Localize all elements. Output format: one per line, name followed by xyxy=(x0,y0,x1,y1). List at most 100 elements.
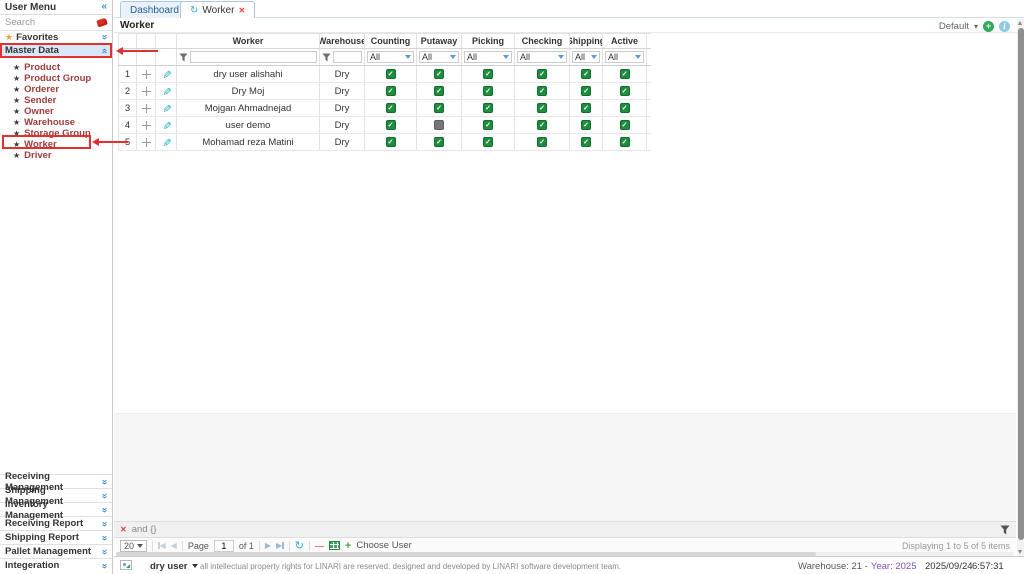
tab-refresh-icon[interactable]: ↻ xyxy=(190,5,198,16)
putaway-checkbox[interactable] xyxy=(434,103,444,113)
checking-filter-select[interactable]: All xyxy=(517,51,567,63)
choose-user-button[interactable]: Choose User xyxy=(356,540,411,551)
active-checkbox[interactable] xyxy=(619,120,630,130)
scroll-up-arrow-icon[interactable] xyxy=(1018,21,1022,25)
counting-filter-select[interactable]: All xyxy=(367,51,414,63)
counting-checkbox[interactable] xyxy=(385,103,396,113)
section-expand-icon[interactable]: » xyxy=(99,507,110,513)
active-checkbox[interactable] xyxy=(619,137,630,147)
remove-icon[interactable]: — xyxy=(315,541,324,551)
col-picking[interactable]: Picking xyxy=(462,34,515,48)
refresh-grid-icon[interactable]: ↻ xyxy=(295,539,304,552)
layout-selector[interactable]: Default xyxy=(939,21,969,32)
section-expand-icon[interactable]: » xyxy=(99,549,110,555)
sidebar-section[interactable]: Inventory Management » xyxy=(0,499,112,521)
sidebar-collapse-icon[interactable]: « xyxy=(101,2,107,12)
sidebar-item[interactable]: ★ Product xyxy=(0,62,112,73)
first-page-button[interactable]: ◀ xyxy=(158,541,166,550)
table-row[interactable]: 3 ✎ Mojgan Ahmadnejad Dry xyxy=(118,100,651,117)
counting-checkbox[interactable] xyxy=(385,86,396,96)
putaway-filter-select[interactable]: All xyxy=(419,51,459,63)
page-size-select[interactable]: 20 xyxy=(120,539,148,552)
funnel-icon[interactable] xyxy=(322,52,331,62)
search-input[interactable]: Search xyxy=(5,17,35,28)
move-crosshair-icon[interactable] xyxy=(141,103,151,113)
next-page-button[interactable]: ▶ xyxy=(265,541,271,550)
sidebar-search[interactable]: Search xyxy=(0,15,112,31)
prev-page-button[interactable]: ◀ xyxy=(171,541,177,550)
section-expand-icon[interactable]: » xyxy=(99,493,110,499)
last-page-button[interactable]: ▶ xyxy=(276,541,284,550)
col-putaway[interactable]: Putaway xyxy=(417,34,462,48)
counting-checkbox[interactable] xyxy=(385,137,396,147)
move-crosshair-icon[interactable] xyxy=(141,86,151,96)
shipping-checkbox[interactable] xyxy=(581,137,591,147)
current-page-input[interactable] xyxy=(213,539,234,552)
section-expand-icon[interactable]: » xyxy=(99,563,110,569)
sidebar-item[interactable]: ★ Sender xyxy=(0,95,112,106)
section-expand-icon[interactable]: » xyxy=(99,521,110,527)
active-checkbox[interactable] xyxy=(619,103,630,113)
scroll-down-arrow-icon[interactable] xyxy=(1018,550,1022,554)
table-row[interactable]: 2 ✎ Dry Moj Dry xyxy=(118,83,651,100)
shipping-checkbox[interactable] xyxy=(581,86,591,96)
worker-filter-input[interactable] xyxy=(190,51,317,63)
sidebar-item[interactable]: ★ Warehouse xyxy=(0,117,112,128)
sidebar-section[interactable]: Integeration » xyxy=(0,558,112,572)
add-button[interactable]: + xyxy=(983,20,994,32)
filter-funnel-icon[interactable] xyxy=(1000,525,1010,535)
picking-checkbox[interactable] xyxy=(483,103,493,113)
section-expand-icon[interactable]: » xyxy=(99,479,110,485)
move-crosshair-icon[interactable] xyxy=(141,137,151,147)
edit-pencil-icon[interactable]: ✎ xyxy=(161,103,173,112)
table-row[interactable]: 5 ✎ Mohamad reza Matini Dry xyxy=(118,134,651,151)
master-data-collapse-icon[interactable]: « xyxy=(99,48,110,54)
edit-pencil-icon[interactable]: ✎ xyxy=(161,137,173,146)
active-filter-select[interactable]: All xyxy=(605,51,644,63)
clear-search-icon[interactable] xyxy=(96,17,108,28)
edit-pencil-icon[interactable]: ✎ xyxy=(161,69,173,78)
col-counting[interactable]: Counting xyxy=(365,34,417,48)
sidebar-item[interactable]: ★ Owner xyxy=(0,106,112,117)
funnel-icon[interactable] xyxy=(179,52,188,62)
sidebar-item[interactable]: ★ Driver xyxy=(0,150,112,161)
putaway-checkbox[interactable] xyxy=(434,86,444,96)
move-crosshair-icon[interactable] xyxy=(141,120,151,130)
grid-view-icon[interactable] xyxy=(328,541,340,550)
edit-pencil-icon[interactable]: ✎ xyxy=(161,120,173,129)
sidebar-section[interactable]: Pallet Management » xyxy=(0,544,112,558)
counting-checkbox[interactable] xyxy=(385,120,396,130)
counting-checkbox[interactable] xyxy=(385,69,396,79)
warehouse-filter-input[interactable] xyxy=(333,51,362,63)
col-checking[interactable]: Checking xyxy=(515,34,570,48)
picking-checkbox[interactable] xyxy=(483,69,493,79)
sidebar-section-favorites[interactable]: ★ Favorites » xyxy=(0,31,112,44)
checking-checkbox[interactable] xyxy=(537,120,547,130)
table-row[interactable]: 4 ✎ user demo Dry xyxy=(118,117,651,134)
tab-close-icon[interactable]: ✕ xyxy=(238,6,245,15)
picking-filter-select[interactable]: All xyxy=(464,51,512,63)
checking-checkbox[interactable] xyxy=(537,69,547,79)
plus-icon[interactable]: + xyxy=(345,540,351,552)
shipping-filter-select[interactable]: All xyxy=(572,51,600,63)
putaway-checkbox[interactable] xyxy=(434,137,444,147)
shipping-checkbox[interactable] xyxy=(581,120,591,130)
active-checkbox[interactable] xyxy=(619,86,630,96)
edit-pencil-icon[interactable]: ✎ xyxy=(161,86,173,95)
tab-dashboard[interactable]: Dashboard xyxy=(120,1,189,18)
tab-worker[interactable]: ↻ Worker ✕ xyxy=(180,1,256,18)
info-button[interactable]: i xyxy=(999,20,1010,32)
layout-caret-icon[interactable]: ▾ xyxy=(974,22,978,31)
section-expand-icon[interactable]: » xyxy=(99,535,110,541)
checking-checkbox[interactable] xyxy=(537,137,547,147)
move-crosshair-icon[interactable] xyxy=(141,69,151,79)
checking-checkbox[interactable] xyxy=(537,103,547,113)
vertical-scrollbar-thumb[interactable] xyxy=(1017,28,1024,540)
table-row[interactable]: 1 ✎ dry user alishahi Dry xyxy=(118,66,651,83)
sidebar-item[interactable]: ★ Storage Group xyxy=(0,128,112,139)
col-worker[interactable]: Worker xyxy=(177,34,320,48)
sidebar-item[interactable]: ★ Orderer xyxy=(0,84,112,95)
picking-checkbox[interactable] xyxy=(483,137,493,147)
sidebar-section-master-data[interactable]: Master Data « xyxy=(0,44,112,58)
putaway-checkbox[interactable] xyxy=(434,120,444,130)
